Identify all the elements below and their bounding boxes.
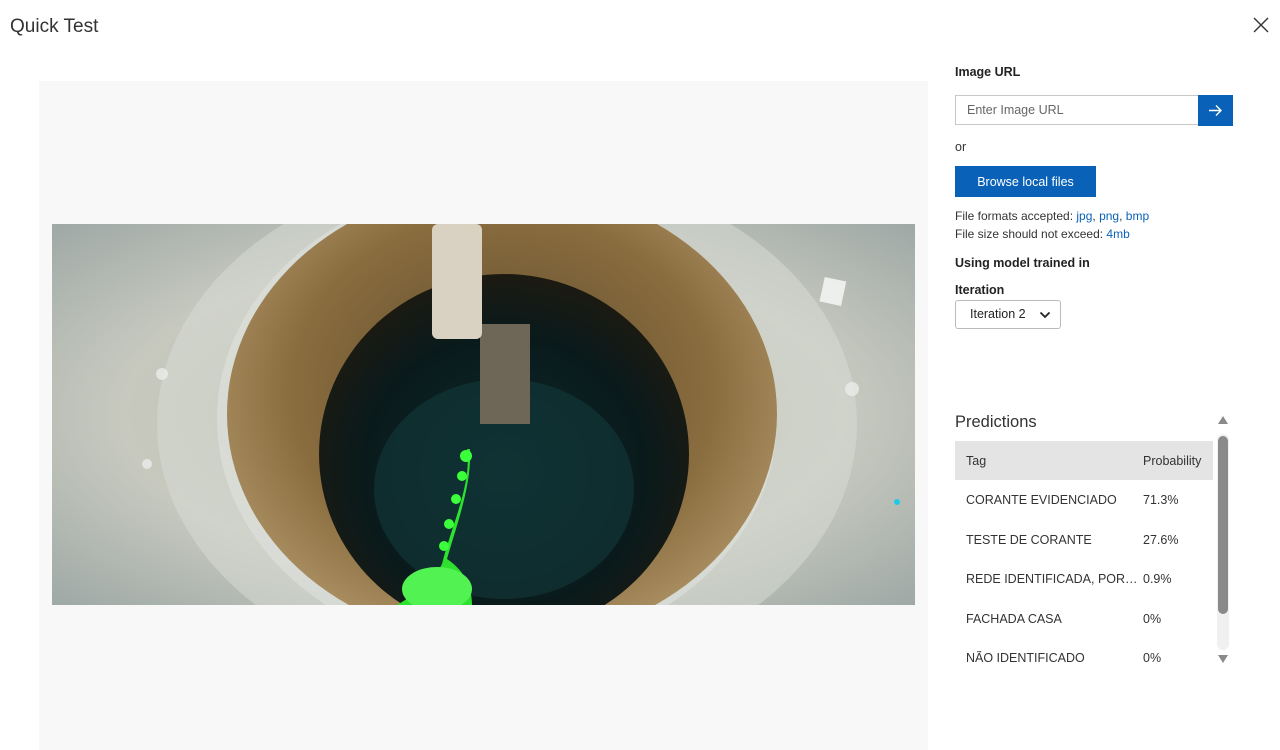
iteration-label: Iteration	[955, 283, 1005, 297]
table-row: TESTE DE CORANTE 27.6%	[955, 520, 1213, 560]
prediction-tag: NÃO IDENTIFICADO	[966, 651, 1085, 665]
predictions-title: Predictions	[955, 413, 1037, 431]
model-label: Using model trained in	[955, 256, 1090, 270]
format-jpg-link[interactable]: jpg	[1076, 209, 1092, 223]
format-png-link[interactable]: png	[1099, 209, 1119, 223]
arrow-right-icon	[1209, 105, 1222, 116]
predictions-scrollbar-thumb[interactable]	[1218, 436, 1228, 614]
image-url-label: Image URL	[955, 65, 1021, 79]
column-header-probability: Probability	[1143, 454, 1202, 468]
settings-panel: Image URL or Browse local files File for…	[955, 0, 1255, 750]
prediction-tag: REDE IDENTIFICADA, PORÉM …	[966, 572, 1141, 586]
predictions-table: Tag Probability CORANTE EVIDENCIADO 71.3…	[955, 441, 1213, 678]
table-row: FACHADA CASA 0%	[955, 599, 1213, 639]
iteration-dropdown[interactable]: Iteration 2	[955, 300, 1061, 329]
prediction-probability: 27.6%	[1143, 532, 1179, 547]
table-row: REDE IDENTIFICADA, PORÉM … 0.9%	[955, 559, 1213, 599]
prediction-tag: TESTE DE CORANTE	[966, 532, 1092, 547]
table-row: NÃO IDENTIFICADO 0%	[955, 638, 1213, 678]
test-image	[52, 224, 915, 605]
file-size-text: File size should not exceed: 4mb	[955, 227, 1130, 241]
file-size-prefix: File size should not exceed:	[955, 227, 1107, 241]
image-preview-pane	[39, 81, 928, 750]
chevron-down-icon	[1039, 311, 1051, 319]
scroll-down-arrow-icon[interactable]	[1217, 654, 1229, 664]
prediction-tag: FACHADA CASA	[966, 611, 1062, 626]
iteration-selected-value: Iteration 2	[970, 307, 1026, 321]
file-formats-text: File formats accepted: jpg, png, bmp	[955, 209, 1150, 223]
table-header: Tag Probability	[955, 441, 1213, 480]
image-url-input[interactable]	[955, 95, 1199, 125]
file-formats-prefix: File formats accepted:	[955, 209, 1077, 223]
scroll-up-arrow-icon[interactable]	[1217, 415, 1229, 425]
page-title: Quick Test	[10, 16, 99, 37]
submit-url-button[interactable]	[1198, 95, 1233, 126]
or-label: or	[955, 140, 967, 154]
prediction-probability: 0%	[1143, 651, 1162, 665]
prediction-tag: CORANTE EVIDENCIADO	[966, 493, 1117, 507]
browse-local-files-button[interactable]: Browse local files	[955, 166, 1096, 197]
table-row: CORANTE EVIDENCIADO 71.3%	[955, 480, 1213, 520]
prediction-probability: 0.9%	[1143, 572, 1172, 586]
prediction-probability: 71.3%	[1143, 493, 1179, 507]
format-bmp-link[interactable]: bmp	[1126, 209, 1149, 223]
file-size-limit: 4mb	[1106, 227, 1130, 241]
prediction-probability: 0%	[1143, 611, 1162, 626]
column-header-tag: Tag	[966, 454, 987, 468]
